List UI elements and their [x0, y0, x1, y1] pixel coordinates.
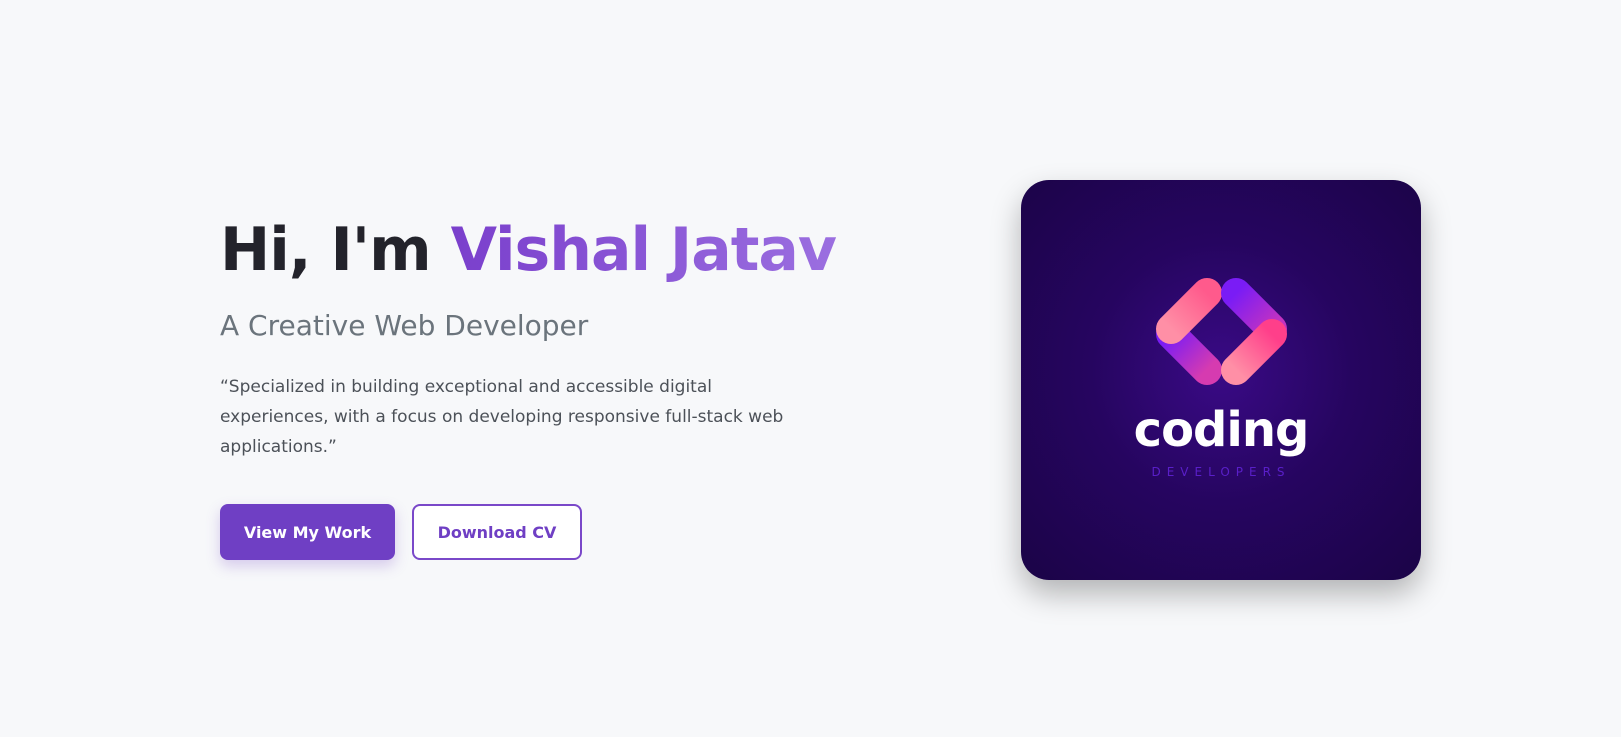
coding-developers-logo-card: coding DEVELOPERS: [1021, 180, 1421, 580]
code-brackets-icon: [1156, 278, 1287, 385]
hero-subtitle: A Creative Web Developer: [220, 309, 589, 342]
hero-section: Hi, I'm Vishal Jatav A Creative Web Deve…: [0, 0, 1621, 737]
hero-headline: Hi, I'm Vishal Jatav: [220, 210, 860, 290]
download-cv-button[interactable]: Download CV: [412, 504, 582, 560]
logo-wordmark: coding: [1133, 402, 1310, 458]
view-my-work-button[interactable]: View My Work: [220, 504, 395, 560]
developer-name: Vishal Jatav: [450, 215, 837, 285]
hero-description: “Specialized in building exceptional and…: [220, 377, 784, 457]
hero-buttons: View My Work Download CV: [220, 504, 860, 560]
hero-text-column: Hi, I'm Vishal Jatav A Creative Web Deve…: [220, 210, 860, 560]
logo-subtitle: DEVELOPERS: [1151, 465, 1291, 479]
greeting-text: Hi, I'm: [220, 215, 451, 285]
